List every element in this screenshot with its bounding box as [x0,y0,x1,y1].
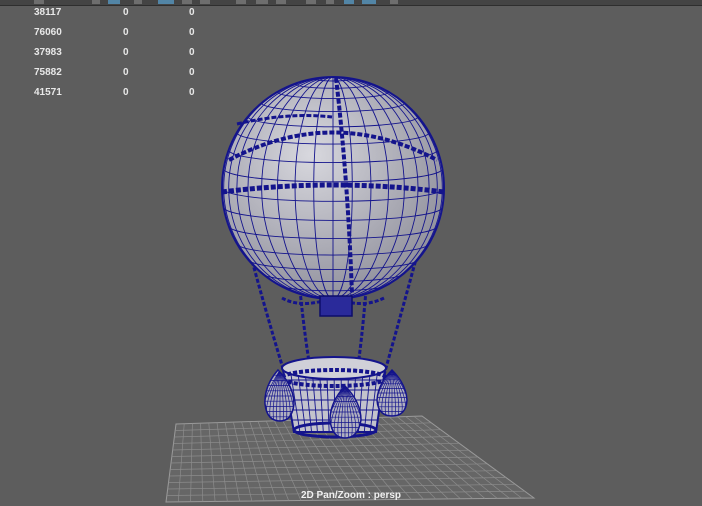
balloon-envelope [221,76,445,300]
camera-label: 2D Pan/Zoom : persp [300,490,401,501]
balloon-connector [319,295,353,317]
viewport-canvas[interactable] [0,0,702,506]
